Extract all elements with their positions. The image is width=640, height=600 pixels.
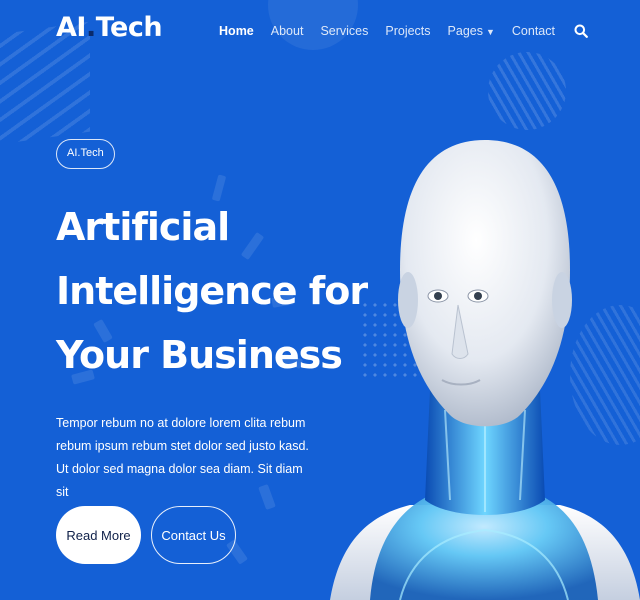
logo-text-ai: AI	[56, 12, 86, 43]
nav-item-projects[interactable]: Projects	[385, 24, 430, 38]
headline-line: Intelligence for	[56, 269, 368, 313]
humanoid-robot-image	[330, 140, 640, 600]
read-more-button[interactable]: Read More	[56, 506, 141, 564]
logo-dot: .	[85, 12, 96, 43]
search-icon[interactable]	[574, 24, 588, 38]
headline-line: Artificial	[56, 205, 230, 249]
nav-item-services[interactable]: Services	[320, 24, 368, 38]
nav-item-about[interactable]: About	[271, 24, 304, 38]
hero-description: Tempor rebum no at dolore lorem clita re…	[56, 416, 309, 499]
logo-text-tech: Tech	[95, 12, 163, 43]
nav-item-home[interactable]: Home	[219, 24, 254, 38]
main-nav: Home About Services Projects Pages ▼ Cont…	[219, 24, 588, 38]
hero-badge: AI.Tech	[56, 139, 115, 169]
nav-item-pages[interactable]: Pages ▼	[448, 24, 495, 38]
hero-headline: Artificial Intelligence for Your Busines…	[56, 195, 368, 387]
chevron-down-icon: ▼	[485, 27, 495, 37]
site-logo[interactable]: AI.Tech	[56, 12, 163, 43]
contact-us-button[interactable]: Contact Us	[151, 506, 236, 564]
site-header: AI.Tech Home About Services Projects Pag…	[0, 0, 640, 68]
nav-item-pages-label: Pages	[447, 24, 483, 38]
headline-line: Your Business	[56, 333, 343, 377]
nav-item-contact[interactable]: Contact	[512, 24, 555, 38]
